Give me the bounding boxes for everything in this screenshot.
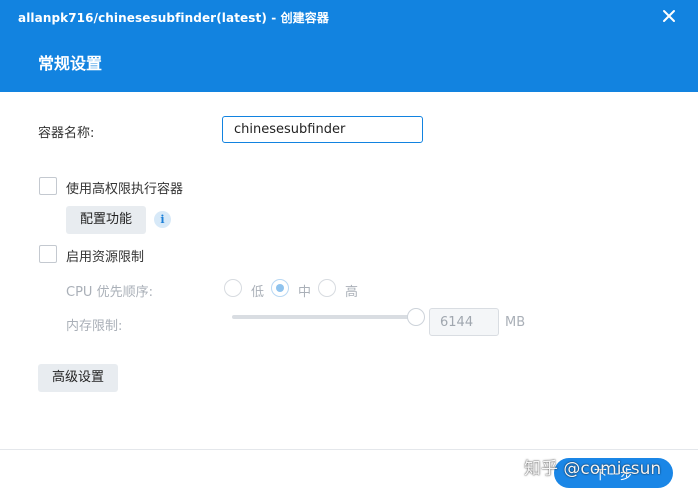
cpu-priority-medium-radio[interactable] xyxy=(271,279,289,297)
privileged-label: 使用高权限执行容器 xyxy=(66,182,184,197)
memory-slider-track[interactable] xyxy=(232,315,416,319)
memory-slider-handle[interactable] xyxy=(407,308,425,326)
cpu-priority-high-radio[interactable] xyxy=(318,279,336,297)
privileged-checkbox[interactable] xyxy=(39,177,57,195)
section-title: 常规设置 xyxy=(38,54,103,73)
close-button[interactable] xyxy=(660,7,678,25)
container-name-input[interactable] xyxy=(222,116,423,143)
memory-limit-input[interactable] xyxy=(429,308,499,336)
advanced-settings-button[interactable]: 高级设置 xyxy=(38,364,119,392)
cpu-priority-low-label: 低 xyxy=(251,285,265,300)
configure-capabilities-button[interactable]: 配置功能 xyxy=(66,206,147,234)
resource-limit-checkbox[interactable] xyxy=(39,245,57,263)
create-container-dialog: allanpk716/chinesesubfinder(latest) - 创建… xyxy=(0,0,698,495)
cpu-priority-label: CPU 优先顺序: xyxy=(66,285,153,300)
info-icon[interactable]: i xyxy=(154,211,171,228)
resource-limit-label: 启用资源限制 xyxy=(66,250,145,265)
cpu-priority-low-radio[interactable] xyxy=(224,279,242,297)
memory-limit-label: 内存限制: xyxy=(66,319,123,334)
next-button[interactable]: 下一步 xyxy=(554,458,673,488)
cpu-priority-medium-label: 中 xyxy=(298,285,312,300)
memory-unit-label: MB xyxy=(505,315,526,330)
window-title: allanpk716/chinesesubfinder(latest) - 创建… xyxy=(18,11,329,25)
dialog-header: allanpk716/chinesesubfinder(latest) - 创建… xyxy=(0,0,698,92)
footer-divider xyxy=(0,449,698,450)
container-name-label: 容器名称: xyxy=(38,126,95,141)
cpu-priority-high-label: 高 xyxy=(345,285,359,300)
close-icon xyxy=(663,10,675,22)
